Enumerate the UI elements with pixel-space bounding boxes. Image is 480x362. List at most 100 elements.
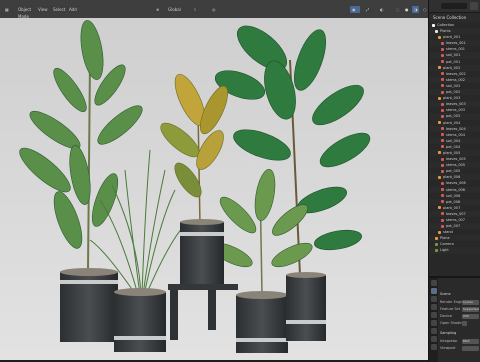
integrator-dropdown[interactable]: Path Tracing [462,338,479,344]
object-icon [438,206,441,210]
mesh-icon [441,218,444,222]
outliner-row-label: soil_006 [446,193,461,198]
outliner-row-label: leaves_005 [446,157,466,162]
outliner-row-label: leaves_004 [446,126,466,131]
properties-section-title: Scene [440,292,451,296]
outliner-row-label: plant_003 [443,96,461,101]
feature-set-label: Feature Set [440,307,461,311]
mesh-icon [441,163,444,167]
outliner-row-label: pot_001 [446,59,461,64]
outliner-row-label: soil_002 [446,83,461,88]
render-tab-icon[interactable] [430,288,437,294]
outliner-row-label: plant_001 [443,35,461,40]
outliner-row-label: stems_001 [446,47,466,52]
mesh-icon [441,139,444,143]
render-engine-dropdown[interactable]: Cycles [462,299,479,305]
outliner-row-label: stems_005 [446,163,466,168]
outliner-row-label: Collection [437,23,455,27]
mesh-icon [441,133,444,137]
object-icon [438,96,441,100]
outliner-row-label: soil_001 [446,53,461,58]
outliner-row-label: stand [443,230,453,235]
mesh-icon [441,47,444,51]
mesh-icon [441,102,444,106]
outliner-list: Collection Plants plant_001 leaves_001 stems… [429,22,480,254]
object-icon [438,175,441,179]
mesh-icon [441,212,444,216]
viewport-samples-label: Viewport [440,346,456,350]
camera-icon [435,242,438,246]
outliner-row-label: stems_007 [446,218,466,222]
object-icon [438,151,441,155]
outliner-row-label: Plants [440,29,451,34]
outliner-row-label: Light [440,248,449,253]
outliner-row-label: plant_007 [443,205,461,210]
outliner-row-label: stems_002 [446,77,466,82]
mesh-icon [441,84,444,88]
properties-panel: Scene Render Engine Cycles Feature Set S… [428,276,480,362]
outliner-row-label: plant_004 [443,120,461,125]
view-layer-tab-icon[interactable] [430,304,437,310]
outliner-row-label: pot_007 [446,224,461,229]
modifier-tab-icon[interactable] [430,336,437,342]
mesh-icon [441,169,444,173]
light-icon [435,248,438,252]
mesh-icon [441,41,444,45]
mesh-icon [441,194,444,198]
outliner-row[interactable]: Light [429,247,480,254]
world-tab-icon[interactable] [430,320,437,326]
outliner-search-input[interactable] [441,3,467,9]
mesh-icon [441,114,444,118]
outliner-filter-icon[interactable] [470,2,478,10]
outliner-row-label: soil_004 [446,138,461,143]
mesh-icon [441,200,444,204]
object-icon [438,35,441,39]
object-icon [435,236,438,240]
output-tab-icon[interactable] [430,296,437,302]
object-tab-icon[interactable] [430,328,437,334]
outliner-row-label: leaves_006 [446,181,466,186]
device-dropdown[interactable]: CPU [462,313,479,319]
viewport-3d[interactable]: ▦ Object Mode View Select Add ⊕ Global ⌇… [0,0,428,360]
outliner-row-label: Plane [440,236,450,241]
object-icon [438,121,441,124]
outliner-row-label: leaves_001 [446,41,466,46]
feature-set-dropdown[interactable]: Supported [462,306,479,312]
outliner-row-label: plant_006 [443,175,461,180]
open-shading-label: Open Shading [440,321,465,325]
outliner-row-label: pot_005 [446,169,461,174]
mesh-icon [441,72,444,76]
sampling-title[interactable]: Sampling [440,330,456,336]
tool-tab-icon[interactable] [430,280,437,286]
collection-icon [435,29,438,33]
mesh-icon [441,60,444,64]
object-icon [438,66,441,70]
outliner-row-label: plant_005 [443,150,461,155]
mesh-icon [441,127,444,131]
scene-collection-title: Scene Collection [429,13,480,22]
mesh-icon [441,181,444,185]
outliner-panel: Scene Collection Collection Plants plant_0… [428,0,480,276]
outliner-row-label: pot_002 [446,90,461,95]
properties-tabs [429,278,438,362]
plants-render [0,18,428,360]
mesh-icon [441,157,444,161]
mesh-icon [441,145,444,149]
viewport-samples-field[interactable] [462,345,479,351]
outliner-row-label: leaves_007 [446,211,466,216]
mesh-icon [441,90,444,94]
open-shading-checkbox[interactable] [462,320,467,326]
outliner-row-label: plant_002 [443,65,461,70]
mesh-icon [441,224,444,228]
integrator-label: Integrator [440,339,458,343]
scene-tab-icon[interactable] [430,312,437,318]
outliner-row-label: stems_003 [446,108,466,113]
outliner-row-label: leaves_002 [446,71,466,76]
collection-icon [432,23,435,27]
material-tab-icon[interactable] [430,344,437,350]
outliner-row-label: pot_003 [446,114,461,119]
outliner-row-label: pot_006 [446,199,461,204]
object-icon [438,230,441,234]
outliner-row-label: pot_004 [446,144,461,149]
mesh-icon [441,78,444,82]
